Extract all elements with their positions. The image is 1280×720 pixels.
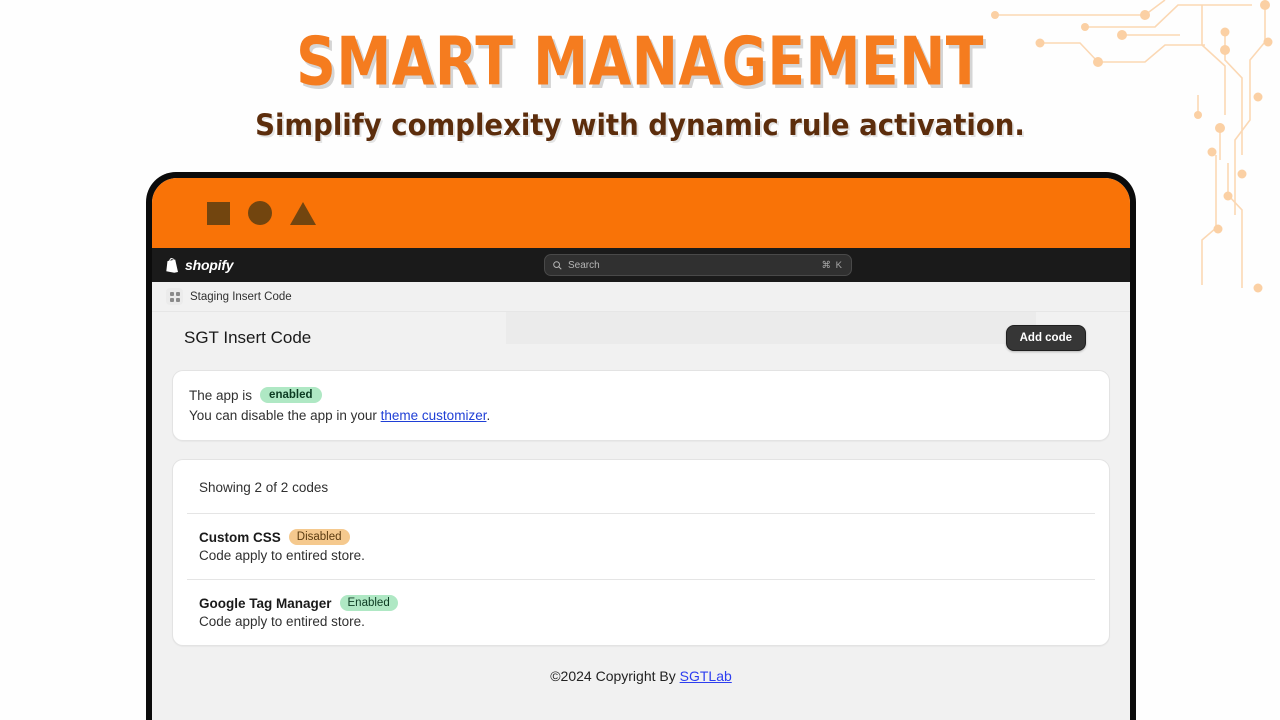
list-item-header: Google Tag Manager Enabled: [199, 595, 1089, 611]
breadcrumb[interactable]: Staging Insert Code: [152, 282, 1130, 312]
footer: ©2024 Copyright By SGTLab: [172, 646, 1110, 684]
shopify-logo[interactable]: shopify: [166, 257, 234, 273]
list-item-description: Code apply to entired store.: [199, 614, 365, 629]
list-item[interactable]: Custom CSS Disabled Code apply to entire…: [173, 514, 1109, 579]
triangle-shape-icon: [290, 201, 316, 225]
device-screen: shopify Search ⌘ K Staging Insert Code S…: [152, 178, 1130, 720]
hero-banner: SMART MANAGEMENT Simplify complexity wit…: [0, 0, 1280, 168]
status-badge: Disabled: [288, 529, 350, 545]
codes-list-card: Showing 2 of 2 codes Custom CSS Disabled…: [172, 459, 1110, 646]
status-hint-suffix: .: [486, 408, 491, 423]
square-shape-icon: [207, 201, 230, 225]
shopify-bag-icon: [166, 257, 178, 273]
search-input[interactable]: Search ⌘ K: [544, 254, 852, 276]
app-status-prefix: The app is: [189, 387, 253, 403]
list-item-title: Google Tag Manager: [199, 595, 332, 611]
main-content: The app is enabled You can disable the a…: [152, 364, 1130, 720]
list-item-description: Code apply to entired store.: [199, 548, 365, 563]
add-code-button[interactable]: Add code: [1005, 325, 1086, 351]
sgtlab-link[interactable]: SGTLab: [680, 668, 732, 684]
circle-shape-icon: [248, 201, 272, 225]
list-item[interactable]: Google Tag Manager Enabled Code apply to…: [173, 580, 1109, 645]
breadcrumb-label: Staging Insert Code: [190, 290, 292, 303]
status-hint-prefix: You can disable the app in your: [189, 408, 381, 423]
status-badge: enabled: [260, 387, 322, 403]
app-grid-icon: [166, 288, 183, 305]
list-item-header: Custom CSS Disabled: [199, 529, 1089, 545]
app-status-line: The app is enabled: [189, 387, 1093, 403]
copyright-text: ©2024 Copyright By: [550, 668, 680, 684]
search-placeholder: Search: [568, 259, 600, 271]
status-badge: Enabled: [339, 595, 398, 611]
page-title: SGT Insert Code: [184, 328, 312, 347]
device-frame: shopify Search ⌘ K Staging Insert Code S…: [146, 172, 1136, 720]
shopify-top-bar: shopify Search ⌘ K: [152, 248, 1130, 282]
app-status-card: The app is enabled You can disable the a…: [172, 370, 1110, 441]
search-icon: [553, 260, 562, 270]
codes-count-label: Showing 2 of 2 codes: [199, 480, 329, 495]
search-shortcut-hint: ⌘ K: [821, 259, 843, 271]
page-headline: SMART MANAGEMENT: [296, 22, 984, 102]
list-item-title: Custom CSS: [199, 529, 281, 545]
app-status-hint: You can disable the app in your theme cu…: [189, 408, 1093, 423]
app-body: Staging Insert Code SGT Insert Code Add …: [152, 282, 1130, 720]
theme-customizer-link[interactable]: theme customizer: [381, 408, 487, 423]
browser-chrome-bar: [152, 178, 1130, 248]
poster-stage: SMART MANAGEMENT Simplify complexity wit…: [0, 0, 1280, 720]
shopify-wordmark: shopify: [185, 257, 234, 273]
page-header-row: SGT Insert Code Add code: [152, 282, 1130, 364]
page-subheadline: Simplify complexity with dynamic rule ac…: [255, 108, 1025, 142]
